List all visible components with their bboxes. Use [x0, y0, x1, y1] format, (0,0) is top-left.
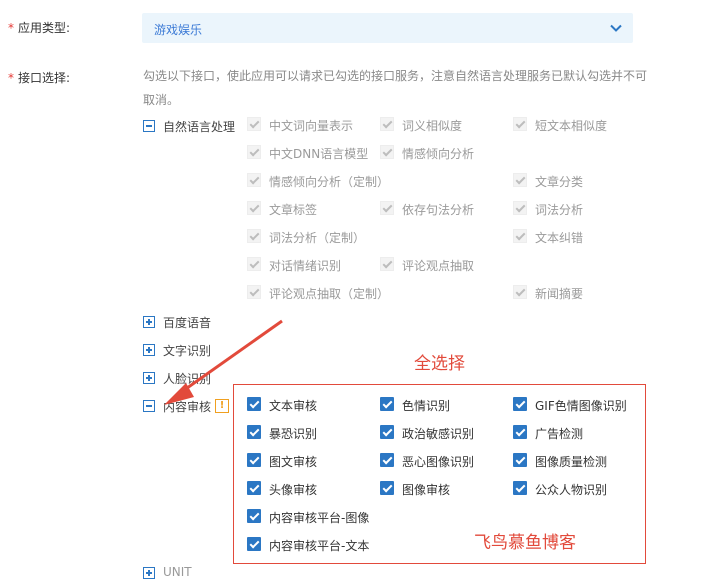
option-label: 文章分类: [535, 175, 584, 189]
checkbox-nlp: [513, 201, 527, 215]
group-label-nlp: 自然语言处理: [163, 120, 236, 134]
option-label: 短文本相似度: [535, 119, 608, 133]
annotation-arrow-icon: [164, 319, 283, 405]
collapse-nlp-toggle[interactable]: [143, 120, 155, 132]
checkbox-nlp: [513, 229, 527, 243]
option-label: 中文词向量表示: [269, 119, 354, 133]
group-label-unit: UNIT: [163, 565, 192, 579]
checkbox-nlp: [247, 145, 261, 159]
option-label: 词法分析: [535, 203, 584, 217]
option-label: 依存句法分析: [402, 203, 475, 217]
app-type-select[interactable]: 游戏娱乐: [142, 13, 633, 43]
option-label: 对话情绪识别: [269, 259, 342, 273]
option-label: 新闻摘要: [535, 287, 584, 301]
checkbox-nlp: [380, 257, 394, 271]
api-select-note: 勾选以下接口，使此应用可以请求已勾选的接口服务，注意自然语言处理服务已默认勾选并…: [143, 69, 648, 107]
checkbox-nlp: [247, 201, 261, 215]
annotation-watermark: 飞鸟慕鱼博客: [474, 533, 576, 553]
checkbox-nlp: [247, 285, 261, 299]
option-label: 情感倾向分析（定制）: [269, 175, 390, 189]
checkbox-nlp: [513, 117, 527, 131]
option-label: 评论观点抽取（定制）: [269, 287, 390, 301]
checkbox-nlp: [380, 117, 394, 131]
option-label: 情感倾向分析: [402, 147, 475, 161]
option-label: 评论观点抽取: [402, 259, 475, 273]
app-type-label: * 应用类型:: [8, 21, 71, 35]
checkbox-nlp: [247, 257, 261, 271]
checkbox-nlp: [513, 285, 527, 299]
checkbox-nlp: [380, 201, 394, 215]
annotation-highlight-box: [233, 384, 646, 564]
checkbox-nlp: [247, 117, 261, 131]
expand-unit-toggle[interactable]: [143, 567, 155, 579]
checkbox-nlp: [247, 229, 261, 243]
option-label: 词法分析（定制）: [269, 231, 366, 245]
checkbox-nlp: [380, 145, 394, 159]
checkbox-nlp: [247, 173, 261, 187]
option-label: 文章标签: [269, 203, 318, 217]
annotation-select-all: 全选择: [414, 354, 465, 374]
option-label: 中文DNN语言模型: [269, 147, 369, 161]
option-label: 文本纠错: [535, 231, 584, 245]
option-label: 词义相似度: [402, 119, 463, 133]
api-select-label: * 接口选择:: [8, 71, 71, 85]
checkbox-nlp: [513, 173, 527, 187]
app-type-value: 游戏娱乐: [154, 23, 203, 37]
chevron-down-icon: [610, 24, 622, 32]
